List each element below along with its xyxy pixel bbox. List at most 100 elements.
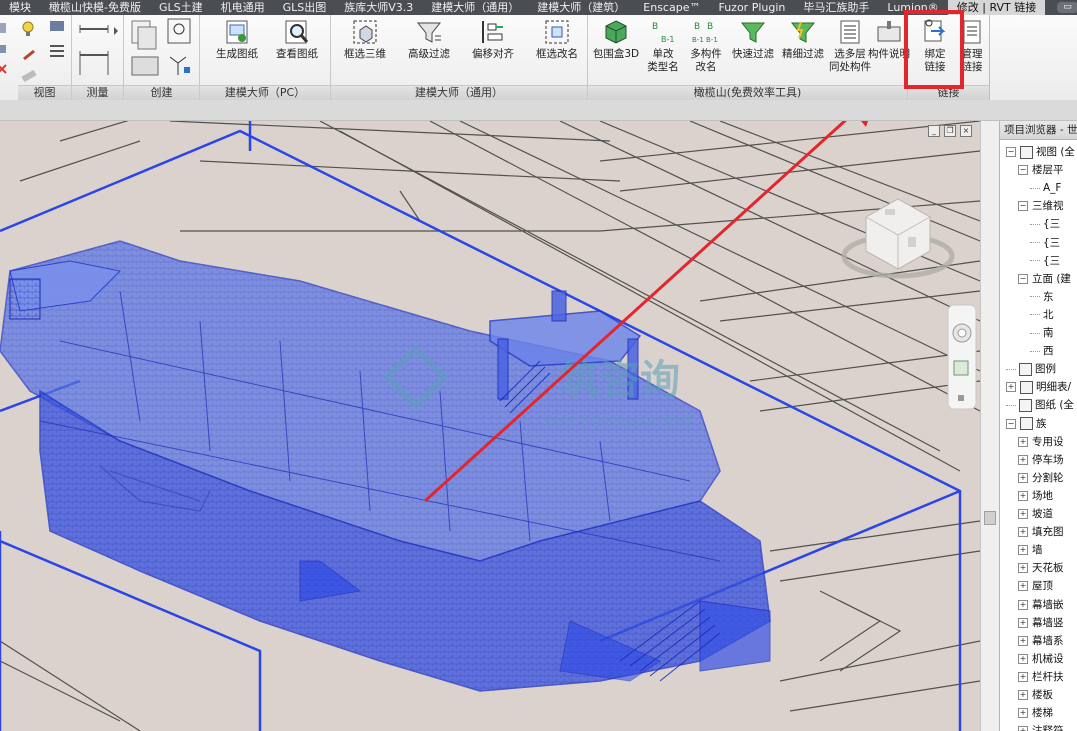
ribbon-minimize-icon[interactable]: ▭ — [1057, 2, 1077, 13]
expand-icon[interactable]: + — [1006, 382, 1016, 393]
svg-text:B: B — [707, 22, 713, 32]
browser-node[interactable]: 南 — [1030, 324, 1054, 342]
small-tools-icon[interactable] — [0, 15, 72, 85]
expand-icon[interactable]: + — [1018, 635, 1028, 646]
component-desc-button[interactable]: 构件说明 — [868, 18, 910, 61]
browser-node[interactable]: + 幕墙竖 — [1018, 614, 1064, 632]
browser-node[interactable]: {三 — [1030, 234, 1060, 252]
measure-icon[interactable] — [72, 15, 124, 85]
panel-title-create: 创建 — [124, 85, 199, 100]
expand-icon[interactable]: + — [1018, 490, 1028, 501]
browser-node[interactable]: + 屋顶 — [1018, 577, 1053, 595]
browser-node[interactable]: {三 — [1030, 215, 1060, 233]
browser-node[interactable]: + 坡道 — [1018, 505, 1053, 523]
view-sheet-button[interactable]: 查看图纸 — [268, 18, 326, 61]
generate-sheet-button[interactable]: 生成图纸 — [208, 18, 266, 61]
browser-node[interactable]: 图例 — [1006, 360, 1056, 378]
browser-node[interactable]: + 填充图 — [1018, 523, 1064, 541]
browser-node[interactable]: − 立面 (建 — [1018, 270, 1071, 288]
scrollbar-thumb[interactable] — [984, 511, 996, 525]
expand-icon[interactable]: + — [1018, 472, 1028, 483]
browser-node[interactable]: + 幕墙系 — [1018, 632, 1064, 650]
fine-filter-button[interactable]: 精细过滤 — [778, 18, 828, 61]
browser-node[interactable]: − 视图 (全 — [1006, 143, 1075, 161]
viewport-scrollbar[interactable] — [980, 121, 999, 731]
expand-icon[interactable]: + — [1018, 617, 1028, 628]
browser-node[interactable]: + 分割轮 — [1018, 469, 1064, 487]
browser-node[interactable]: + 幕墙嵌 — [1018, 596, 1064, 614]
3d-viewport[interactable]: 筑咨询 ZHU CONSULTATION _ ❐ × — [0, 121, 980, 731]
browser-node[interactable]: + 机械设 — [1018, 650, 1064, 668]
collapse-icon[interactable]: − — [1018, 165, 1028, 176]
bind-link-button[interactable]: 绑定 链接 — [912, 18, 958, 74]
expand-icon[interactable]: + — [1018, 581, 1028, 592]
ribbon-tab-0[interactable]: 模块 — [0, 0, 40, 15]
expand-icon[interactable]: + — [1018, 726, 1028, 731]
offset-align-button[interactable]: 偏移对齐 — [463, 18, 523, 61]
browser-node[interactable]: + 专用设 — [1018, 433, 1064, 451]
expand-icon[interactable]: + — [1018, 545, 1028, 556]
browser-node[interactable]: + 天花板 — [1018, 559, 1064, 577]
quick-filter-button[interactable]: 快速过滤 — [728, 18, 778, 61]
browser-node[interactable]: 图纸 (全 — [1006, 396, 1074, 414]
expand-icon[interactable]: + — [1018, 653, 1028, 664]
expand-icon[interactable]: + — [1018, 454, 1028, 465]
multi-rename-button[interactable]: B B B-1 B-1 多构件 改名 — [684, 18, 728, 74]
expand-icon[interactable]: + — [1018, 509, 1028, 519]
browser-node[interactable]: + 栏杆扶 — [1018, 668, 1064, 686]
browser-node[interactable]: − 楼层平 — [1018, 161, 1064, 179]
collapse-icon[interactable]: − — [1018, 273, 1028, 284]
box-rename-button[interactable]: 框选改名 — [527, 18, 587, 61]
ribbon-tab-6[interactable]: 建模大师（通用） — [422, 0, 528, 15]
browser-node[interactable]: {三 — [1030, 252, 1060, 270]
browser-node[interactable]: + 楼梯 — [1018, 704, 1053, 722]
expand-icon[interactable]: + — [1018, 527, 1028, 538]
collapse-icon[interactable]: − — [1018, 201, 1028, 212]
navigation-bar[interactable] — [947, 304, 977, 410]
browser-node[interactable]: + 场地 — [1018, 487, 1053, 505]
advanced-filter-button[interactable]: 高级过滤 — [399, 18, 459, 61]
browser-node[interactable]: 西 — [1030, 342, 1054, 360]
expand-icon[interactable]: + — [1018, 599, 1028, 610]
collapse-icon[interactable]: − — [1006, 147, 1016, 157]
browser-node[interactable]: A_F — [1030, 179, 1061, 197]
browser-node[interactable]: + 注释符 — [1018, 722, 1064, 731]
browser-node[interactable]: − 三维视 — [1018, 197, 1064, 215]
ribbon-tab-4[interactable]: GLS出图 — [274, 0, 336, 15]
view-close-icon[interactable]: × — [960, 125, 972, 137]
ribbon-tab-3[interactable]: 机电通用 — [212, 0, 274, 15]
view-restore-icon[interactable]: ❐ — [944, 125, 956, 137]
expand-icon[interactable]: + — [1018, 690, 1028, 700]
ribbon-tab-7[interactable]: 建模大师（建筑） — [528, 0, 634, 15]
ribbon-tab-1[interactable]: 橄榄山快模-免费版 — [40, 0, 150, 15]
ribbon-tab-9[interactable]: Fuzor Plugin — [709, 0, 794, 15]
ribbon-tab-8[interactable]: Enscape™ — [634, 0, 709, 15]
browser-node[interactable]: + 停车场 — [1018, 451, 1064, 469]
single-rename-button[interactable]: B B-1 单改 类型名 — [642, 18, 684, 74]
expand-icon[interactable]: + — [1018, 708, 1028, 719]
collapse-icon[interactable]: − — [1006, 418, 1016, 429]
browser-node-icon — [1019, 362, 1032, 376]
ribbon-tab-10[interactable]: 毕马汇族助手 — [794, 0, 878, 15]
view-minimize-icon[interactable]: _ — [928, 125, 940, 137]
browser-node[interactable]: + 楼板 — [1018, 686, 1053, 704]
bbox-3d-button[interactable]: 包围盒3D — [590, 18, 642, 61]
ribbon-tab-11[interactable]: Lumion® — [878, 0, 947, 15]
create-icon[interactable] — [124, 15, 200, 85]
browser-node[interactable]: − 族 — [1006, 415, 1047, 433]
ribbon-tab-12[interactable]: 修改 | RVT 链接 — [947, 0, 1046, 15]
manage-link-button[interactable]: 管理 链接 — [956, 18, 988, 74]
browser-node[interactable]: + 明细表/ — [1006, 378, 1071, 396]
ribbon-tab-2[interactable]: GLS土建 — [150, 0, 212, 15]
browser-node[interactable]: 东 — [1030, 288, 1054, 306]
expand-icon[interactable]: + — [1018, 436, 1028, 447]
ribbon-tab-5[interactable]: 族库大师V3.3 — [335, 0, 422, 15]
building-model[interactable] — [0, 240, 771, 692]
model-3d-canvas[interactable]: 筑咨询 ZHU CONSULTATION — [0, 121, 980, 731]
expand-icon[interactable]: + — [1018, 671, 1028, 682]
browser-node[interactable]: + 墙 — [1018, 541, 1043, 559]
expand-icon[interactable]: + — [1018, 563, 1028, 574]
browser-node[interactable]: 北 — [1030, 306, 1054, 324]
multi-level-button[interactable]: 选多层 同处构件 — [828, 18, 872, 74]
box-select-3d-button[interactable]: 框选三维 — [335, 18, 395, 61]
